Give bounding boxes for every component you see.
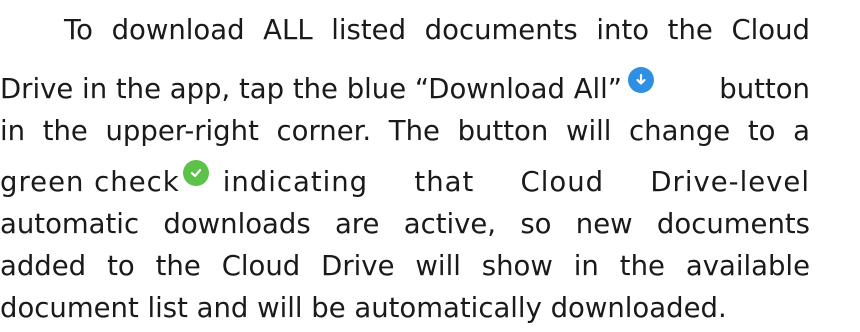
text-line-3-content: in the upper-right corner. The button wi…: [0, 115, 810, 147]
check-icon: [182, 160, 209, 186]
text-line-2-after-icon: button: [719, 73, 810, 105]
text-line-6: added to the Cloud Drive will show in th…: [0, 246, 810, 286]
text-line-1-content: To download ALL listed documents into th…: [64, 14, 810, 46]
text-line-3: in the upper-right corner. The button wi…: [0, 111, 810, 151]
text-line-2: Drive in the app, tap the blue “Download…: [0, 67, 810, 109]
text-line-5-content: automatic downloads are active, so new d…: [0, 208, 810, 240]
download-arrow-icon: [628, 67, 655, 93]
text-line-4: green check indicating that Cloud Drive-…: [0, 160, 810, 202]
text-line-4-after-icon: indicating that Cloud Drive-level: [222, 166, 810, 198]
line-4-left-group: green check: [0, 160, 209, 198]
document-page: To download ALL listed documents into th…: [0, 0, 860, 332]
text-line-4-before-icon: green check: [0, 166, 180, 198]
text-line-7: document list and will be automatically …: [0, 288, 810, 328]
line-2-left-group: Drive in the app, tap the blue “Download…: [0, 67, 655, 105]
text-line-2-before-icon: Drive in the app, tap the blue “Download…: [0, 73, 623, 105]
text-line-7-content: document list and will be automatically …: [0, 292, 727, 324]
text-line-1: To download ALL listed documents into th…: [64, 10, 810, 50]
text-line-6-content: added to the Cloud Drive will show in th…: [0, 250, 810, 282]
text-line-5: automatic downloads are active, so new d…: [0, 204, 810, 244]
